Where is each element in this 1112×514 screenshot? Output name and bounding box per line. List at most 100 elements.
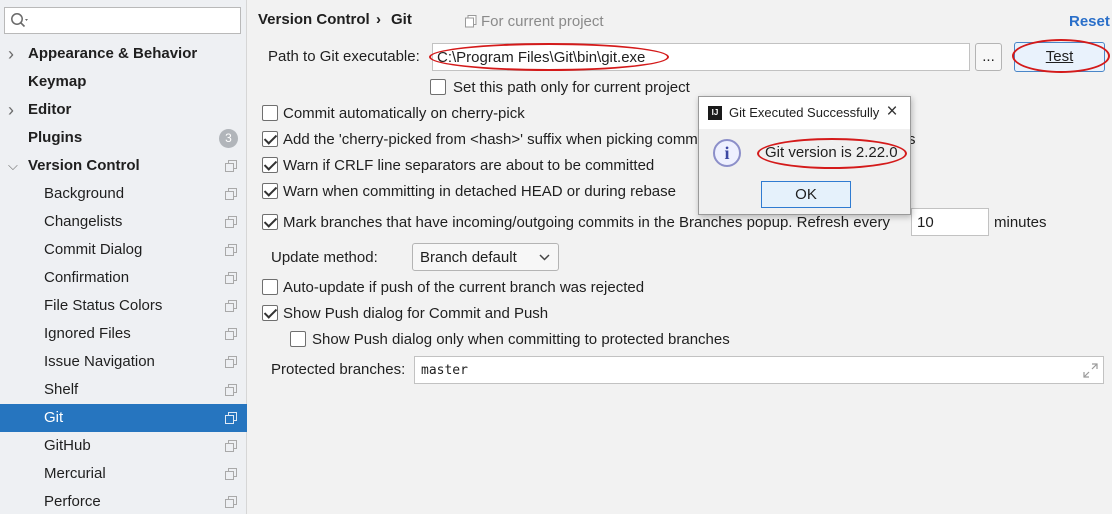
sidebar-item-label: Plugins xyxy=(28,129,83,146)
copy-project-icon xyxy=(225,440,237,452)
warn-detached-label: Warn when committing in detached HEAD or… xyxy=(283,183,676,200)
copy-project-icon xyxy=(225,188,237,200)
chevron-right-icon[interactable]: › xyxy=(8,96,20,124)
copy-project-icon xyxy=(225,160,237,172)
copy-project-icon xyxy=(225,384,237,396)
sidebar-item-label: Confirmation xyxy=(44,269,130,286)
refresh-interval-input[interactable]: 10 xyxy=(911,208,989,236)
sidebar-item-shelf[interactable]: Shelf xyxy=(0,376,247,404)
breadcrumb-separator: › xyxy=(376,11,381,28)
copy-project-icon xyxy=(225,412,237,424)
sidebar-item-issue-navigation[interactable]: Issue Navigation xyxy=(0,348,247,376)
copy-project-icon xyxy=(225,356,237,368)
chevron-down-icon[interactable]: ⌵ xyxy=(8,152,20,180)
commit-cherry-pick-checkbox[interactable] xyxy=(262,105,278,121)
search-icon xyxy=(11,13,28,28)
sidebar-item-label: Keymap xyxy=(28,73,87,90)
refresh-interval-value: 10 xyxy=(917,214,934,231)
scope-note: For current project xyxy=(481,13,604,30)
copy-project-icon xyxy=(225,272,237,284)
sidebar-item-label: Background xyxy=(44,185,125,202)
protected-branches-input[interactable]: master xyxy=(414,356,1104,384)
warn-detached-checkbox[interactable] xyxy=(262,183,278,199)
dialog-title: Git Executed Successfully xyxy=(729,105,880,120)
sidebar-item-git[interactable]: Git xyxy=(0,404,247,432)
sidebar-item-label: Commit Dialog xyxy=(44,241,143,258)
protected-branches-label: Protected branches: xyxy=(271,361,406,378)
search-input[interactable] xyxy=(4,7,241,34)
auto-update-checkbox[interactable] xyxy=(262,279,278,295)
git-success-dialog: IJ Git Executed Successfully × i Git ver… xyxy=(698,96,911,215)
sidebar-item-label: Perforce xyxy=(44,493,101,510)
chevron-right-icon[interactable]: › xyxy=(8,40,20,68)
dialog-title-bar: IJ Git Executed Successfully × xyxy=(699,97,910,129)
show-push-protected-label: Show Push dialog only when committing to… xyxy=(312,331,730,348)
close-icon[interactable]: × xyxy=(882,101,902,123)
sidebar-item-label: Issue Navigation xyxy=(44,353,155,370)
sidebar-item-background[interactable]: Background xyxy=(0,180,247,208)
sidebar-item-perforce[interactable]: Perforce xyxy=(0,488,247,514)
sidebar-item-ignored-files[interactable]: Ignored Files xyxy=(0,320,247,348)
sidebar-item-label: File Status Colors xyxy=(44,297,163,314)
warn-crlf-checkbox[interactable] xyxy=(262,157,278,173)
sidebar-item-keymap[interactable]: Keymap xyxy=(0,68,247,96)
annotation-ring-path xyxy=(429,43,669,71)
sidebar-item-mercurial[interactable]: Mercurial xyxy=(0,460,247,488)
sidebar-item-plugins[interactable]: Plugins 3 xyxy=(0,124,247,152)
refresh-unit-label: minutes xyxy=(994,214,1047,231)
sidebar-item-label: Changelists xyxy=(44,213,123,230)
settings-sidebar: › Appearance & Behavior Keymap › Editor Plugi… xyxy=(0,0,247,514)
commit-cherry-pick-label: Commit automatically on cherry-pick xyxy=(283,105,525,122)
intellij-logo-icon: IJ xyxy=(708,106,722,120)
reset-link[interactable]: Reset xyxy=(1069,13,1110,30)
set-path-current-checkbox[interactable] xyxy=(430,79,446,95)
update-method-select[interactable]: Branch default xyxy=(412,243,559,271)
project-scope-icon xyxy=(465,15,477,28)
cherry-suffix-checkbox[interactable] xyxy=(262,131,278,147)
breadcrumb-current: Git xyxy=(391,11,412,28)
copy-project-icon xyxy=(225,244,237,256)
mark-branches-label: Mark branches that have incoming/outgoin… xyxy=(283,214,890,231)
warn-crlf-label: Warn if CRLF line separators are about t… xyxy=(283,157,655,174)
path-label: Path to Git executable: xyxy=(268,48,420,65)
copy-project-icon xyxy=(225,216,237,228)
sidebar-item-changelists[interactable]: Changelists xyxy=(0,208,247,236)
sidebar-item-label: Version Control xyxy=(28,157,140,174)
sidebar-item-label: Shelf xyxy=(44,381,79,398)
git-settings-panel: Version Control › Git For current projec… xyxy=(248,0,1112,514)
sidebar-item-label: Ignored Files xyxy=(44,325,131,342)
set-path-current-label: Set this path only for current project xyxy=(453,79,690,96)
sidebar-item-label: Git xyxy=(44,409,64,426)
auto-update-label: Auto-update if push of the current branc… xyxy=(283,279,645,296)
update-method-label: Update method: xyxy=(271,249,378,266)
sidebar-item-label: Appearance & Behavior xyxy=(28,45,198,62)
sidebar-item-editor[interactable]: › Editor xyxy=(0,96,247,124)
copy-project-icon xyxy=(225,300,237,312)
update-method-value: Branch default xyxy=(420,249,517,266)
sidebar-item-github[interactable]: GitHub xyxy=(0,432,247,460)
dropdown-arrow-icon xyxy=(539,254,550,261)
browse-button[interactable]: ... xyxy=(975,43,1002,71)
show-push-dialog-checkbox[interactable] xyxy=(262,305,278,321)
copy-project-icon xyxy=(225,496,237,508)
breadcrumb-parent: Version Control xyxy=(258,11,370,28)
plugins-update-badge: 3 xyxy=(219,129,238,148)
show-push-dialog-label: Show Push dialog for Commit and Push xyxy=(283,305,549,322)
sidebar-item-appearance-behavior[interactable]: › Appearance & Behavior xyxy=(0,40,247,68)
sidebar-item-label: Mercurial xyxy=(44,465,106,482)
copy-project-icon xyxy=(225,328,237,340)
sidebar-item-file-status-colors[interactable]: File Status Colors xyxy=(0,292,247,320)
annotation-ring-test xyxy=(1012,39,1110,73)
show-push-protected-checkbox[interactable] xyxy=(290,331,306,347)
annotation-ring-version xyxy=(757,138,907,169)
ok-button[interactable]: OK xyxy=(761,181,851,208)
sidebar-item-commit-dialog[interactable]: Commit Dialog xyxy=(0,236,247,264)
settings-tree: › Appearance & Behavior Keymap › Editor Plugi… xyxy=(0,40,247,514)
sidebar-item-label: GitHub xyxy=(44,437,91,454)
expand-icon[interactable] xyxy=(1083,363,1098,378)
mark-branches-checkbox[interactable] xyxy=(262,214,278,230)
sidebar-item-label: Editor xyxy=(28,101,72,118)
info-icon: i xyxy=(713,139,741,167)
sidebar-item-confirmation[interactable]: Confirmation xyxy=(0,264,247,292)
sidebar-item-version-control[interactable]: ⌵ Version Control xyxy=(0,152,247,180)
